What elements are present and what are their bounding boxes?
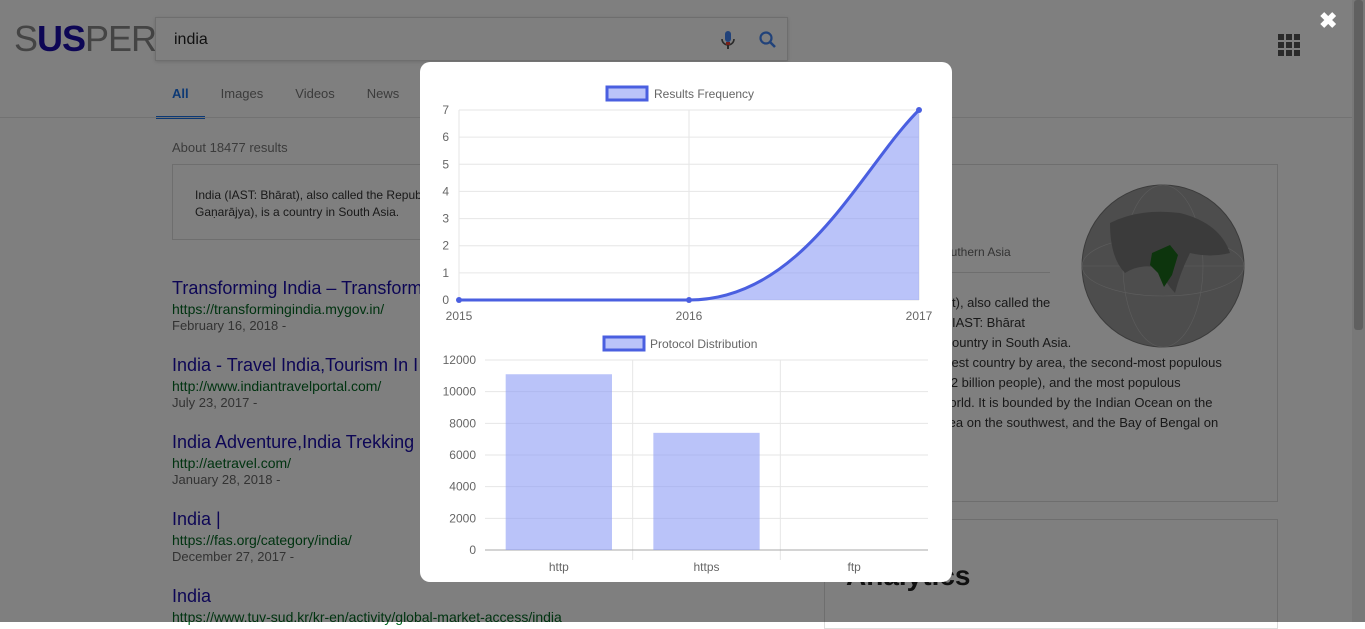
protocol-distribution-chart: Protocol Distribution 0 2000 4000 6000 8000 10… — [443, 335, 928, 574]
legend-label: Protocol Distribution — [650, 337, 757, 351]
bar — [653, 432, 760, 550]
y-tick-label: 12000 — [443, 353, 477, 367]
y-tick-label: 10000 — [443, 385, 477, 399]
y-tick-label: 6000 — [449, 448, 476, 462]
x-tick-label: http — [549, 560, 569, 574]
x-tick-label: ftp — [847, 560, 861, 574]
x-tick-label: https — [693, 560, 719, 574]
y-tick-label: 0 — [469, 543, 476, 557]
close-icon[interactable]: ✖ — [1319, 8, 1337, 34]
y-tick-label: 4000 — [449, 480, 476, 494]
y-tick-label: 2000 — [449, 511, 476, 525]
legend-swatch — [602, 335, 646, 352]
analytics-modal: Results Frequency 0 1 2 3 4 5 6 7 2015 2016 2017 Pr… — [420, 62, 952, 582]
bar — [505, 374, 612, 550]
y-tick-label: 8000 — [449, 416, 476, 430]
